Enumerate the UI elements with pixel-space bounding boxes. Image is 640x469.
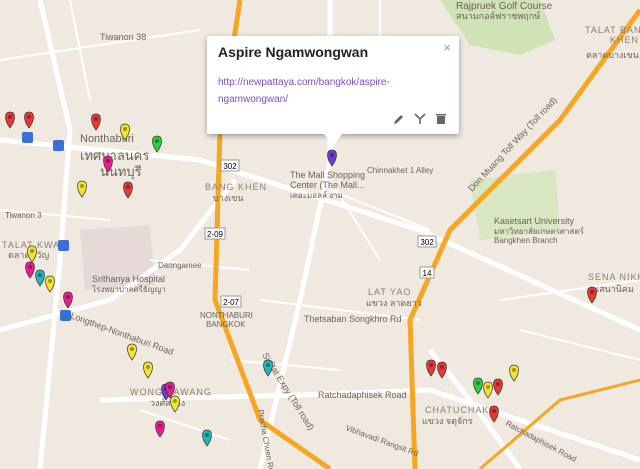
- map-pin-dot: [106, 159, 110, 163]
- map-pin-dot: [512, 368, 516, 372]
- map-pin-dot: [330, 153, 334, 157]
- map-pin-dot: [8, 115, 12, 119]
- label-mall-2: Center (The Mall...: [290, 180, 365, 190]
- label-srithanya-th: โรงพยาบาลศรีธัญญา: [92, 284, 166, 294]
- label-sena-nikhom: SENA NIKHOM: [588, 272, 640, 282]
- map-pin-dot: [590, 290, 594, 294]
- label-chinnakhet: Chinnakhet 1 Alley: [367, 166, 433, 175]
- map-pin-dot: [27, 115, 31, 119]
- svg-text:2-09: 2-09: [207, 230, 224, 239]
- label-bang-khen-th: บางเขน: [213, 193, 244, 203]
- map-pin-dot: [158, 424, 162, 428]
- label-thetsaban: Thetsaban Songkhro Rd: [304, 314, 402, 324]
- label-chatuchak: CHATUCHAK: [425, 405, 489, 415]
- label-lat-yao: LAT YAO: [368, 287, 411, 297]
- label-kasetsart-2: มหาวิทยาลัยเกษตรศาสตร์: [494, 226, 585, 236]
- info-window: Aspire Ngamwongwan http://newpattaya.com…: [207, 36, 459, 146]
- label-talat-bang-khen: TALAT BANG: [585, 25, 640, 35]
- map-pin-dot: [486, 385, 490, 389]
- map-pin-dot: [205, 433, 209, 437]
- map-pin-dot: [123, 127, 127, 131]
- map-pin-dot: [94, 117, 98, 121]
- map-pin-dot: [48, 279, 52, 283]
- info-window-link[interactable]: http://newpattaya.com/bangkok/aspire-nga…: [218, 74, 408, 108]
- map-pin-dot: [30, 249, 34, 253]
- map-pin-dot: [429, 363, 433, 367]
- map-pin-dot: [130, 347, 134, 351]
- svg-text:14: 14: [423, 269, 432, 278]
- trash-icon[interactable]: [435, 112, 447, 124]
- map-pin-dot: [38, 273, 42, 277]
- label-golf-th: สนามกอล์ฟราชพฤกษ์: [456, 10, 540, 21]
- label-wong-th: วงศ์สว่าง: [150, 397, 185, 408]
- info-window-title: Aspire Ngamwongwan: [218, 44, 369, 60]
- train-station-icon: [58, 240, 69, 251]
- train-station-icon: [60, 310, 71, 321]
- map-pin-dot: [80, 184, 84, 188]
- close-icon[interactable]: ×: [443, 40, 451, 55]
- svg-text:2-07: 2-07: [223, 298, 240, 307]
- map-pin-dot: [168, 385, 172, 389]
- map-pin-dot: [173, 399, 177, 403]
- label-mall-1: The Mall Shopping: [290, 170, 365, 180]
- label-kasetsart-1: Kasetsart University: [494, 216, 575, 226]
- label-chatuchak-th: แขวง จตุจักร: [422, 416, 473, 427]
- label-sena-th: เสนานิคม: [596, 284, 634, 294]
- info-window-tools: [393, 112, 447, 124]
- label-talat-th: ตลาดบางเขน: [586, 50, 639, 60]
- map-pin-dot: [496, 382, 500, 386]
- label-bang-khen: BANG KHEN: [205, 182, 267, 192]
- train-station-icon: [53, 140, 64, 151]
- style-icon[interactable]: [414, 112, 426, 124]
- map-pin-dot: [492, 409, 496, 413]
- map-pin-dot: [28, 265, 32, 269]
- label-ratchadaphisek: Ratchadaphisek Road: [318, 390, 407, 400]
- map-pin-dot: [266, 363, 270, 367]
- map-pin-dot: [476, 381, 480, 385]
- pencil-icon[interactable]: [393, 112, 405, 124]
- map-pin-dot: [146, 365, 150, 369]
- map-pin-dot: [440, 365, 444, 369]
- label-lat-yao-th: แขวง ลาดยาว: [366, 298, 422, 308]
- label-tiwanon-38: Tiwanon 38: [100, 32, 146, 42]
- svg-text:302: 302: [223, 162, 237, 171]
- label-bangkok-area: BANGKOK: [206, 320, 246, 329]
- label-nonthaburi-th: เทศบาลนคร: [80, 148, 149, 163]
- train-station-icon: [22, 132, 33, 143]
- map-pin-dot: [155, 139, 159, 143]
- label-kasetsart-3: Bangkhen Branch: [494, 236, 558, 245]
- label-mall-3: เดอะมอลล์ งาม: [290, 190, 343, 200]
- map-pin-dot: [66, 295, 70, 299]
- label-nonthaburi-area: NONTHABURI: [200, 311, 253, 320]
- svg-text:302: 302: [420, 238, 434, 247]
- label-talat-bang-khen-2: KHEN: [610, 35, 639, 45]
- label-srithanya: Srithanya Hospital: [92, 274, 165, 284]
- label-daongamee: Daongamee: [158, 261, 202, 270]
- map-pin-dot: [126, 185, 130, 189]
- label-tiwanon-3: Tiwanon 3: [5, 211, 42, 220]
